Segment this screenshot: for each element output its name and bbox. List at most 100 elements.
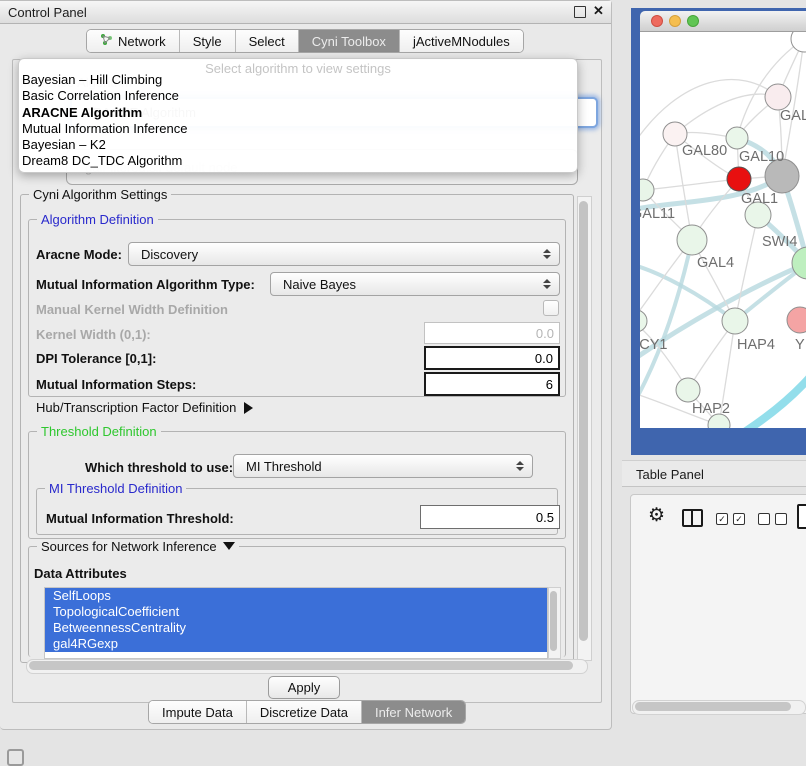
hub-definition-expander[interactable]: Hub/Transcription Factor Definition [36,400,253,415]
deselect-all-checkboxes-icon[interactable] [758,513,787,525]
minimized-panel-icon[interactable] [7,749,24,766]
threshold-definition-title: Threshold Definition [37,424,161,439]
attribute-item[interactable]: BetweennessCentrality [45,620,547,636]
network-node-GAL-partial[interactable] [765,84,791,110]
network-node-GAL11[interactable] [640,179,654,201]
settings-vertical-scrollbar[interactable] [577,196,592,661]
network-icon [100,33,113,49]
tab-impute-data[interactable]: Impute Data [149,701,247,723]
network-window-titlebar[interactable] [640,11,806,32]
attributes-scroll-thumb[interactable] [550,591,557,651]
table-settings-gear-icon[interactable]: ⚙ [648,506,665,525]
minimize-window-icon[interactable] [669,15,681,27]
algorithm-dropdown-popup: Select algorithm to view settings Bayesi… [18,58,578,173]
algorithm-option[interactable]: Bayesian – K2 [22,137,187,153]
expander-arrow-icon [244,402,253,414]
panel-title: Control Panel [8,5,87,20]
network-graph[interactable]: GALGAL80GAL10GAL1GAL11SWI4GAL4GCY1HAP4YH… [640,32,806,428]
tab-discretize-data[interactable]: Discretize Data [247,701,362,723]
network-node-GAL4[interactable] [677,225,707,255]
table-horizontal-scrollbar[interactable] [632,700,806,715]
select-all-checkboxes-icon[interactable]: ✓✓ [716,513,745,525]
node-label: SWI4 [762,234,797,250]
algorithm-option[interactable]: Basic Correlation Inference [22,88,187,104]
tab-select[interactable]: Select [236,30,299,52]
network-edge[interactable] [675,94,778,134]
network-view-frame: GALGAL80GAL10GAL1GAL11SWI4GAL4GCY1HAP4YH… [631,8,806,455]
mi-threshold-group-title: MI Threshold Definition [45,481,186,496]
collapse-arrow-icon [223,542,235,550]
algorithm-option[interactable]: Mutual Information Inference [22,121,187,137]
algorithm-option[interactable]: ARACNE Algorithm [22,105,187,121]
node-table-wrap: shared…name YDL19…YDL19…13YDR27…YDR27…12… [630,538,806,698]
apply-button[interactable]: Apply [268,676,340,699]
tab-style[interactable]: Style [180,30,236,52]
manual-kernel-label: Manual Kernel Width Definition [36,302,228,317]
tab-network[interactable]: Network [87,30,180,52]
node-label: HAP2 [692,401,730,417]
tab-cyni-toolbox[interactable]: Cyni Toolbox [299,30,400,52]
manual-kernel-checkbox[interactable] [543,300,559,316]
spinner-arrows-icon [543,279,551,289]
mi-type-combobox[interactable]: Naive Bayes [270,272,560,296]
settings-hscroll-thumb[interactable] [29,661,573,670]
node-label: HAP4 [737,337,775,353]
network-node-partial-top[interactable] [791,32,806,52]
control-panel-titlebar: Control Panel ✕ [0,1,611,24]
aracne-mode-label: Aracne Mode: [36,247,122,262]
algorithm-option[interactable]: Bayesian – Hill Climbing [22,72,187,88]
aracne-mode-combobox[interactable]: Discovery [128,242,560,266]
root: Control Panel ✕ NetworkStyleSelectCyni T… [0,0,806,762]
algorithm-definition-title: Algorithm Definition [37,212,158,227]
node-label: Y [795,337,805,353]
node-label: GAL11 [640,206,675,222]
mi-type-label: Mutual Information Algorithm Type: [36,277,255,292]
control-panel: Control Panel ✕ NetworkStyleSelectCyni T… [0,0,612,730]
network-node-GAL10[interactable] [726,127,748,149]
attributes-list-scrollbar[interactable] [548,587,561,659]
spinner-arrows-icon [516,461,524,471]
settings-group-title: Cyni Algorithm Settings [29,187,171,202]
node-label: GAL1 [741,191,778,207]
toolbox-tabbar: NetworkStyleSelectCyni ToolboxjActiveMNo… [86,29,524,53]
which-threshold-combobox[interactable]: MI Threshold [233,454,533,478]
close-window-icon[interactable] [651,15,663,27]
mi-threshold-label: Mutual Information Threshold: [46,511,234,526]
close-panel-icon[interactable]: ✕ [593,3,604,19]
sources-group-title[interactable]: Sources for Network Inference [37,539,239,554]
node-label: GAL [780,108,806,124]
network-edge[interactable] [643,179,739,190]
kernel-width-input[interactable]: 0.0 [424,322,560,344]
settings-scroll-thumb[interactable] [579,201,588,641]
node-label: GAL4 [697,255,734,271]
column-visibility-icon[interactable] [682,509,703,527]
network-edge[interactable] [732,377,806,428]
tab-infer-network[interactable]: Infer Network [362,701,465,723]
attribute-item[interactable]: SelfLoops [45,588,547,604]
algorithm-list: Bayesian – Hill ClimbingBasic Correlatio… [22,72,187,170]
spinner-arrows-icon [543,249,551,259]
mi-threshold-input[interactable]: 0.5 [420,505,560,529]
network-node-HAP4[interactable] [722,308,748,334]
table-panel-titlebar: Table Panel [622,460,806,487]
network-canvas[interactable]: GALGAL80GAL10GAL1GAL11SWI4GAL4GCY1HAP4YH… [640,32,806,428]
zoom-window-icon[interactable] [687,15,699,27]
network-node-GCY1[interactable] [640,310,647,332]
attribute-item[interactable]: TopologicalCoefficient [45,604,547,620]
kernel-width-label: Kernel Width (0,1): [36,327,151,342]
mi-steps-input[interactable]: 6 [424,372,560,396]
network-node-GAL1[interactable] [727,167,751,191]
settings-horizontal-scrollbar[interactable] [26,659,588,674]
dpi-tolerance-input[interactable]: 0.0 [424,346,560,370]
float-panel-icon[interactable] [574,6,586,18]
attribute-item[interactable]: gal4RGexp [45,636,547,652]
export-table-icon[interactable] [797,504,806,529]
which-threshold-label: Which threshold to use: [85,460,233,475]
table-hscroll-thumb[interactable] [635,702,791,711]
tab-jactivemnodules[interactable]: jActiveMNodules [400,30,523,52]
network-node-HAP2[interactable] [676,378,700,402]
node-label: GAL80 [682,143,727,159]
table-panel-title: Table Panel [636,467,704,482]
network-node-Y-partial[interactable] [787,307,806,333]
algorithm-option[interactable]: Dream8 DC_TDC Algorithm [22,153,187,169]
